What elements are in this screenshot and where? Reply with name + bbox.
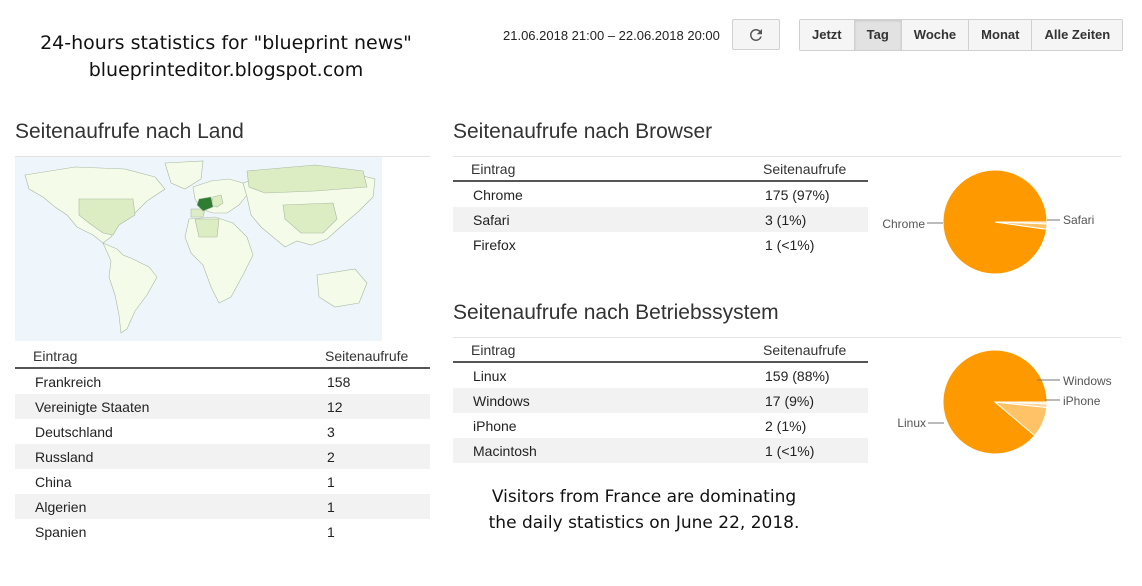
table-row: Russland 2 xyxy=(15,444,430,469)
views-cell: 1 (<1%) xyxy=(765,236,815,253)
table-header-row: Eintrag Seitenaufrufe xyxy=(453,158,868,182)
table-row: Macintosh 1 (<1%) xyxy=(453,438,868,463)
caption-header: 24-hours statistics for "blueprint news"… xyxy=(0,30,452,84)
column-header-views[interactable]: Seitenaufrufe xyxy=(761,158,868,182)
caption-line-1: 24-hours statistics for "blueprint news" xyxy=(40,32,412,54)
entry-cell: Safari xyxy=(453,207,761,232)
pie-label-chrome: Chrome xyxy=(882,217,925,231)
browser-divider xyxy=(453,156,1121,157)
views-cell: 1 xyxy=(327,523,335,540)
table-row: Frankreich 158 xyxy=(15,368,430,394)
os-section-title: Seitenaufrufe nach Betriebssystem xyxy=(453,301,779,324)
views-cell: 3 (1%) xyxy=(761,207,868,232)
pie-label-safari: Safari xyxy=(1063,213,1094,227)
timeframe-button-woche[interactable]: Woche xyxy=(901,20,970,50)
timeframe-buttons: Jetzt Tag Woche Monat Alle Zeiten xyxy=(799,19,1124,51)
table-header-row: Eintrag Seitenaufrufe xyxy=(453,339,868,363)
entry-cell: Vereinigte Staaten xyxy=(15,394,323,419)
pie-label-windows: Windows xyxy=(1063,374,1112,388)
africa-shape xyxy=(184,216,254,304)
world-map-graphic xyxy=(24,160,376,334)
timeframe-button-monat[interactable]: Monat xyxy=(969,20,1033,50)
entry-cell: China xyxy=(35,473,72,490)
views-cell: 2 xyxy=(323,444,430,469)
os-pie-slices xyxy=(942,349,1048,455)
browser-pie-slices xyxy=(942,169,1048,275)
os-divider xyxy=(453,337,1121,338)
refresh-icon xyxy=(749,28,762,41)
algeria-shape xyxy=(194,218,220,238)
column-header-views[interactable]: Seitenaufrufe xyxy=(323,345,430,369)
views-cell: 1 xyxy=(327,473,335,490)
column-header-views[interactable]: Seitenaufrufe xyxy=(761,339,868,363)
entry-cell: Algerien xyxy=(15,494,323,519)
refresh-button[interactable] xyxy=(732,19,780,50)
table-row: Deutschland 3 xyxy=(15,419,430,444)
os-table: Eintrag Seitenaufrufe Linux 159 (88%) Win… xyxy=(453,339,868,463)
entry-cell: Linux xyxy=(473,367,507,384)
column-header-entry: Eintrag xyxy=(453,339,761,363)
table-row: China 1 xyxy=(15,469,430,494)
browser-section-title: Seitenaufrufe nach Browser xyxy=(453,120,713,143)
entry-cell: Frankreich xyxy=(35,373,102,390)
note-line-2: the daily statistics on June 22, 2018. xyxy=(488,513,800,533)
views-cell: 2 (1%) xyxy=(765,417,807,434)
entry-cell: Chrome xyxy=(473,186,523,203)
views-cell: 158 xyxy=(327,373,351,390)
table-row: Chrome 175 (97%) xyxy=(453,181,868,207)
timeframe-button-alle-zeiten[interactable]: Alle Zeiten xyxy=(1032,20,1123,50)
timeframe-button-tag[interactable]: Tag xyxy=(854,20,902,50)
entry-cell: Spanien xyxy=(35,523,87,540)
views-cell: 159 (88%) xyxy=(765,367,830,384)
note-line-1: Visitors from France are dominating xyxy=(491,487,797,507)
entry-cell: Russland xyxy=(15,444,323,469)
table-row: Algerien 1 xyxy=(15,494,430,519)
date-range: 21.06.2018 21:00 – 22.06.2018 20:00 xyxy=(503,28,720,43)
column-header-entry: Eintrag xyxy=(453,158,761,182)
entry-cell: Macintosh xyxy=(453,438,761,463)
table-row: Windows 17 (9%) xyxy=(453,388,868,413)
timeframe-button-jetzt[interactable]: Jetzt xyxy=(800,20,855,50)
views-cell: 175 (97%) xyxy=(765,186,830,203)
annotation-note: Visitors from France are dominating the … xyxy=(460,484,828,536)
entry-cell: Windows xyxy=(453,388,761,413)
table-row: Vereinigte Staaten 12 xyxy=(15,394,430,419)
views-cell: 12 xyxy=(323,394,430,419)
entry-cell: Deutschland xyxy=(35,423,113,440)
table-row: Linux 159 (88%) xyxy=(453,362,868,388)
pie-label-linux: Linux xyxy=(897,416,926,430)
table-row: iPhone 2 (1%) xyxy=(453,413,868,438)
world-map[interactable] xyxy=(15,157,382,341)
entry-cell: iPhone xyxy=(473,417,517,434)
entry-cell: Firefox xyxy=(473,236,516,253)
views-cell: 1 (<1%) xyxy=(761,438,868,463)
table-header-row: Eintrag Seitenaufrufe xyxy=(15,345,430,369)
caption-line-2: blueprinteditor.blogspot.com xyxy=(88,59,364,81)
table-row: Firefox 1 (<1%) xyxy=(453,232,868,257)
browser-pie-chart: Chrome Safari xyxy=(882,169,1094,275)
os-pie-chart: Linux Windows iPhone xyxy=(897,349,1112,455)
views-cell: 3 xyxy=(327,423,335,440)
table-row: Spanien 1 xyxy=(15,519,430,544)
views-cell: 17 (9%) xyxy=(761,388,868,413)
australia-shape xyxy=(316,268,368,308)
views-cell: 1 xyxy=(323,494,430,519)
greenland-shape xyxy=(164,160,204,190)
south-america-shape xyxy=(102,242,158,334)
country-section-title: Seitenaufrufe nach Land xyxy=(15,120,244,143)
table-row: Safari 3 (1%) xyxy=(453,207,868,232)
column-header-entry: Eintrag xyxy=(15,345,323,369)
browser-table: Eintrag Seitenaufrufe Chrome 175 (97%) Sa… xyxy=(453,158,868,257)
pie-label-iphone: iPhone xyxy=(1063,394,1101,408)
country-table: Eintrag Seitenaufrufe Frankreich 158 Vere… xyxy=(15,345,430,544)
